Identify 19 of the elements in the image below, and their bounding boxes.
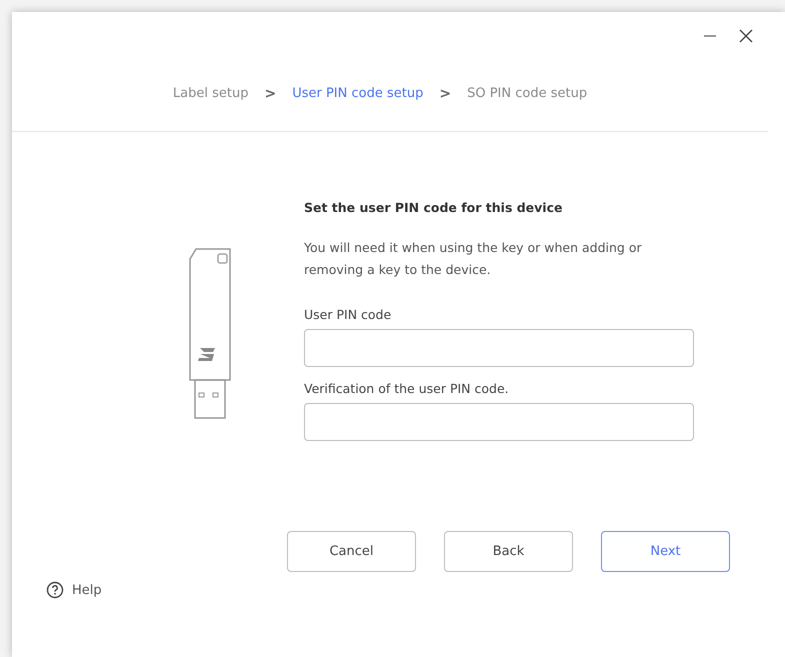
help-icon — [46, 581, 64, 599]
wizard-step[interactable]: SO PIN code setup — [467, 86, 588, 101]
wizard-step[interactable]: User PIN code setup — [292, 86, 424, 101]
field-label: User PIN code — [304, 307, 392, 322]
chevron: > — [264, 86, 276, 102]
heading: Set the user PIN code for this device — [304, 200, 564, 215]
dialog-button[interactable]: Back — [444, 531, 573, 572]
chevron: > — [439, 86, 452, 102]
wizard-step[interactable]: Label setup — [172, 86, 248, 101]
dialog-button[interactable]: Cancel — [287, 531, 416, 572]
field-label: Verification of the user PIN code. — [304, 381, 510, 396]
close-icon — [739, 29, 753, 43]
pin-input-field[interactable] — [304, 329, 694, 367]
dialog-button[interactable]: Next — [601, 531, 730, 572]
minimize-icon — [703, 35, 717, 37]
description: You will need it when using the key or when adding or removing a key to the device. — [304, 239, 643, 279]
help-link[interactable]: Help — [46, 581, 102, 599]
pin-input-field[interactable] — [304, 403, 694, 441]
usb-key-icon — [188, 248, 232, 420]
